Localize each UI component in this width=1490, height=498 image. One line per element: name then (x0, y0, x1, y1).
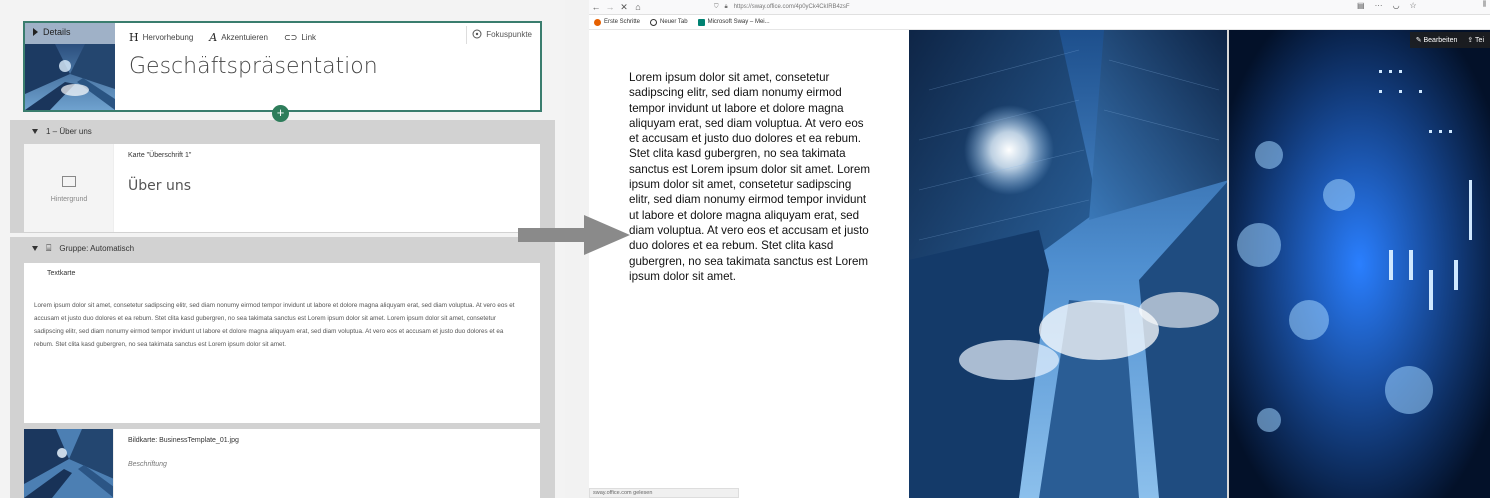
image-icon (62, 176, 76, 187)
link-icon: ⊂⊃ (283, 32, 298, 42)
bookmark-sway[interactable]: Microsoft Sway – Mei... (697, 18, 770, 26)
reader-icon[interactable]: ▤ (1357, 1, 1365, 10)
heading-card[interactable]: Hintergrund Karte "Überschrift 1" Über u… (24, 144, 540, 232)
text-card[interactable]: Textkarte Lorem ipsum dolor sit amet, co… (24, 263, 540, 423)
browser-window: ← → ✕ ⌂ ⛉ 🔒︎ https://sway.office.com/4p0… (589, 0, 1490, 498)
lock-icon: 🔒︎ (724, 3, 728, 10)
background-slot[interactable]: Hintergrund (24, 144, 114, 232)
share-label: Tei (1475, 37, 1484, 44)
accent-button[interactable]: A Akzentuieren (209, 31, 268, 44)
image-card-thumbnail[interactable] (24, 429, 114, 498)
collapse-icon[interactable] (32, 245, 38, 251)
collapse-icon[interactable] (32, 128, 38, 134)
focus-points-icon (472, 29, 482, 39)
emphasis-button[interactable]: H Hervorhebung (129, 31, 193, 44)
shield-icon: ⛉ (714, 3, 719, 10)
text-format-toolbar: H Hervorhebung A Akzentuieren ⊂⊃ Link (129, 29, 316, 45)
address-bar[interactable]: ⛉ 🔒︎ https://sway.office.com/4p0yCk4CkIR… (714, 1, 1364, 13)
firefox-icon (594, 18, 601, 26)
focus-points-label: Fokuspunkte (486, 29, 532, 39)
globe-icon (650, 18, 658, 26)
skyscraper-thumbnail-image (25, 44, 115, 110)
forward-icon[interactable]: → (603, 2, 617, 12)
more-icon[interactable]: ··· (1375, 1, 1383, 10)
share-button[interactable]: ⇪ Tei (1467, 36, 1484, 44)
bookmark-first-steps[interactable]: Erste Schritte (594, 18, 641, 26)
toolbar-divider (466, 26, 467, 44)
url-text: https://sway.office.com/4p0yCk4CkIRB4zsF (733, 4, 850, 10)
arrow-right-icon (518, 215, 630, 255)
image-card[interactable]: Bildkarte: BusinessTemplate_01.jpg Besch… (24, 429, 540, 498)
plus-icon: + (276, 105, 285, 120)
title-card-thumbnail[interactable]: Details (25, 23, 115, 110)
sway-image-panel (909, 30, 1490, 498)
home-icon[interactable]: ⌂ (631, 2, 645, 12)
details-label: Details (43, 27, 71, 37)
caret-right-icon (33, 28, 38, 36)
details-toggle[interactable]: Details (33, 27, 71, 37)
focus-points-button[interactable]: Fokuspunkte (472, 29, 532, 39)
sway-storyline-editor: Details H Hervorhebung A Akzentuieren ⊂⊃… (0, 0, 565, 498)
link-button[interactable]: ⊂⊃ Link (284, 33, 316, 42)
stop-icon[interactable]: ✕ (617, 2, 631, 13)
bookmarks-toolbar: Erste Schritte Neuer Tab Microsoft Sway … (589, 15, 1490, 30)
accent-label: Akzentuieren (221, 32, 268, 42)
bookmark-label: Neuer Tab (660, 19, 688, 25)
section-header-group[interactable]: ⌸ Gruppe: Automatisch (10, 237, 555, 259)
presentation-title[interactable]: Geschäftspräsentation (129, 54, 378, 79)
section-title: 1 – Über uns (46, 126, 92, 136)
group-icon: ⌸ (46, 242, 52, 253)
image-card-label: Bildkarte: BusinessTemplate_01.jpg (128, 437, 239, 444)
sway-body-text: Lorem ipsum dolor sit amet, consetetur s… (629, 71, 870, 283)
skyscraper-image (909, 30, 1490, 498)
sway-icon (697, 18, 705, 26)
accent-icon: A (209, 30, 218, 44)
bookmark-new-tab[interactable]: Neuer Tab (650, 18, 688, 26)
card-type-label: Karte "Überschrift 1" (128, 152, 192, 159)
background-label: Hintergrund (50, 196, 88, 203)
link-label: Link (301, 32, 317, 42)
add-card-button[interactable]: + (272, 105, 289, 122)
card-heading-text[interactable]: Über uns (128, 178, 191, 194)
title-card[interactable]: Details H Hervorhebung A Akzentuieren ⊂⊃… (23, 21, 542, 112)
section-auto-group: ⌸ Gruppe: Automatisch Textkarte Lorem ip… (10, 237, 555, 498)
sway-edit-bar: ✎ Bearbeiten ⇪ Tei (1409, 32, 1490, 48)
bookmark-star-icon[interactable]: ☆ (1410, 1, 1417, 10)
library-icon[interactable]: ⫼ (1483, 1, 1486, 9)
section-about-us: 1 – Über uns Hintergrund Karte "Überschr… (10, 120, 555, 233)
skyscraper-thumbnail-image (24, 429, 113, 498)
bookmark-label: Microsoft Sway – Mei... (707, 19, 770, 25)
section-title: Gruppe: Automatisch (59, 243, 135, 253)
section-header-about-us[interactable]: 1 – Über uns (10, 120, 555, 142)
bookmark-label: Erste Schritte (604, 19, 641, 25)
edit-label: Bearbeiten (1423, 37, 1458, 44)
edit-button[interactable]: ✎ Bearbeiten (1416, 36, 1458, 44)
heading-icon: H (129, 30, 139, 44)
caption-field[interactable]: Beschriftung (128, 461, 167, 468)
back-icon[interactable]: ← (589, 2, 603, 12)
emphasis-label: Hervorhebung (142, 32, 194, 42)
text-card-label: Textkarte (47, 270, 76, 277)
pocket-icon[interactable]: ◡ (1393, 1, 1400, 10)
status-bar: sway.office.com gelesen (589, 488, 739, 498)
page-actions: ▤ ··· ◡ ☆ (1357, 1, 1417, 10)
browser-toolbar: ← → ✕ ⌂ ⛉ 🔒︎ https://sway.office.com/4p0… (589, 0, 1490, 15)
text-card-body[interactable]: Lorem ipsum dolor sit amet, consetetur s… (34, 299, 524, 351)
